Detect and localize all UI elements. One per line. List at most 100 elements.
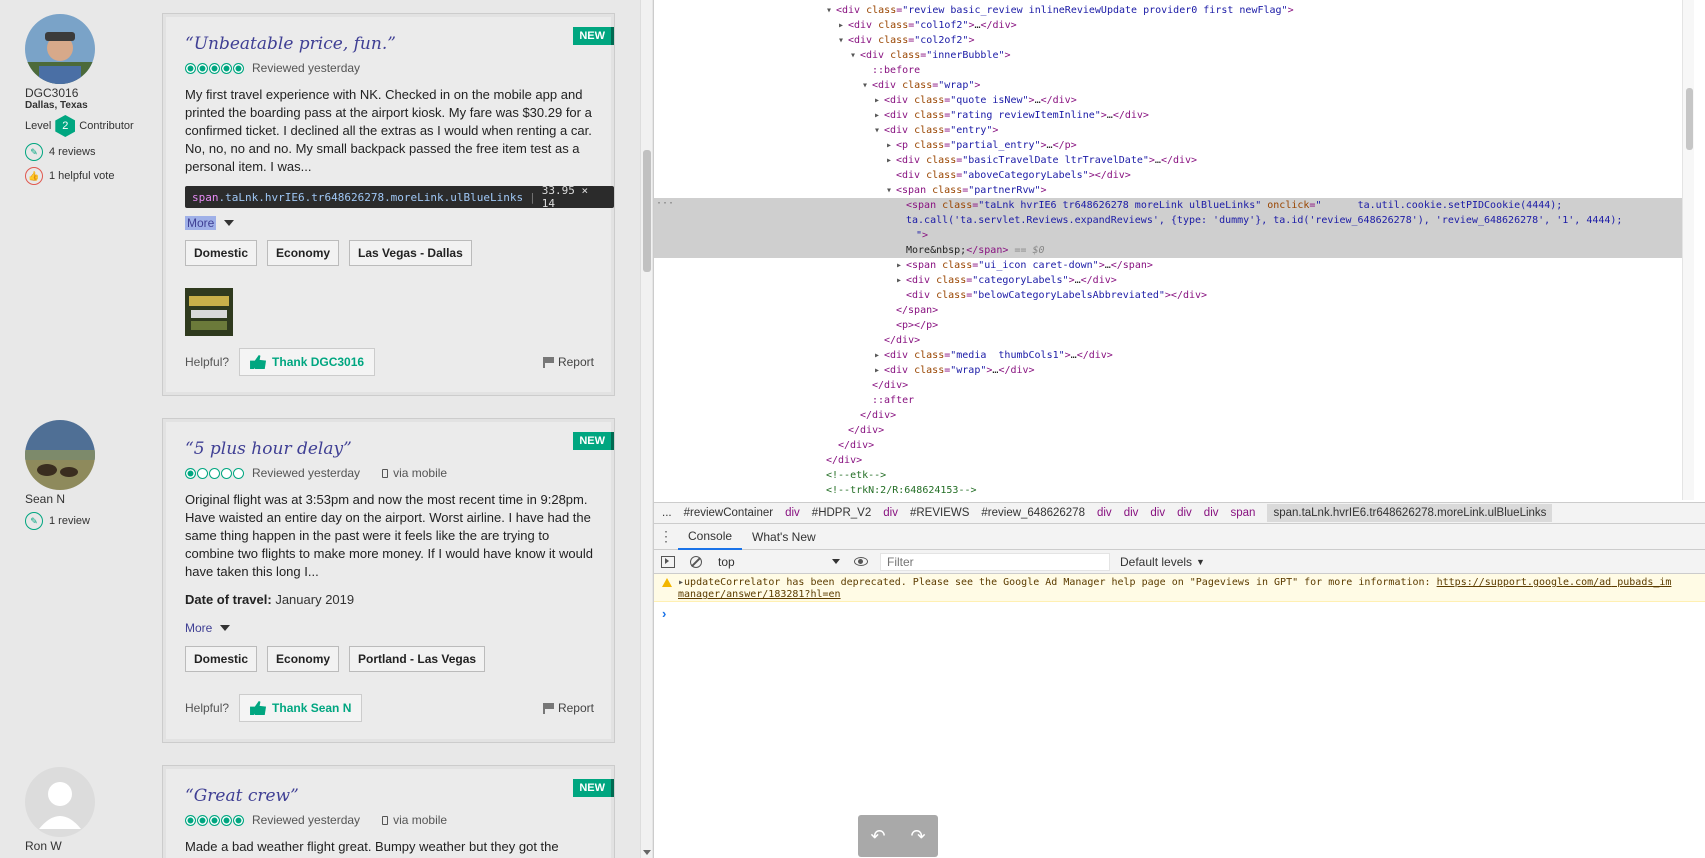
dom-node[interactable]: ▸ <div class="quote isNew">…</div> xyxy=(874,93,1694,108)
dom-node[interactable]: ▸ <span class="ui_icon caret-down">…</spa… xyxy=(896,258,1694,273)
dom-node[interactable]: </div> xyxy=(848,423,1694,438)
warning-message: ▸updateCorrelator has been deprecated. P… xyxy=(678,577,1671,601)
dom-node[interactable]: <!--trkN:2/R:648624153--> xyxy=(826,483,1694,498)
dom-node[interactable]: <div class="belowCategoryLabelsAbbreviat… xyxy=(906,288,1694,303)
new-badge: NEW xyxy=(573,779,614,797)
reviewer-name[interactable]: Sean N xyxy=(25,492,95,506)
dom-node[interactable]: ▾ <span class="partnerRvw"> xyxy=(886,183,1694,198)
log-levels-dropdown[interactable]: Default levels ▼ xyxy=(1120,555,1205,569)
rating-bubble xyxy=(233,467,244,479)
more-link[interactable]: More xyxy=(185,621,231,635)
dom-node[interactable]: ▸ <p class="partial_entry">…</p> xyxy=(886,138,1694,153)
breadcrumb-item[interactable]: ... xyxy=(662,507,672,519)
thumbs-up-icon xyxy=(250,355,267,369)
dom-node[interactable]: ▾ <div class="wrap"> xyxy=(862,78,1694,93)
dom-node[interactable]: ▾ <div class="entry"> xyxy=(874,123,1694,138)
more-options-icon[interactable]: ··· xyxy=(656,198,674,209)
breadcrumb-item[interactable]: span xyxy=(1231,507,1256,519)
reviews-count: ✎ 4 reviews xyxy=(25,143,134,161)
report-label: Report xyxy=(557,701,594,715)
breadcrumb-item[interactable]: div xyxy=(1204,507,1219,519)
dom-node[interactable]: ::before xyxy=(872,63,1694,78)
review-title[interactable]: “5 plus hour delay” xyxy=(185,439,352,459)
dom-node[interactable]: ▾ <div class="innerBubble"> xyxy=(850,48,1694,63)
show-sidebar-button[interactable] xyxy=(654,555,682,568)
clear-console-button[interactable] xyxy=(682,555,710,568)
tab-console[interactable]: Console xyxy=(678,524,743,550)
dom-node[interactable]: ▾ <div class="review basic_review inlineR… xyxy=(826,3,1694,18)
breadcrumb-item[interactable]: div xyxy=(1124,507,1139,519)
dom-node[interactable]: ▾ <div class="col2of2"> xyxy=(838,33,1694,48)
thank-button[interactable]: Thank DGC3016 xyxy=(239,348,376,376)
warning-source-link[interactable]: pubads_im xyxy=(1611,577,1671,588)
page-scrollbar[interactable] xyxy=(640,0,652,858)
dom-node[interactable]: ▸ <div class="rating reviewItemInline">…<… xyxy=(874,108,1694,123)
dom-node[interactable]: ▸ <div class="basicTravelDate ltrTravelDa… xyxy=(886,153,1694,168)
breadcrumb-item[interactable]: #review_648626278 xyxy=(981,507,1085,519)
breadcrumb-item[interactable]: #reviewContainer xyxy=(684,507,774,519)
breadcrumb-item[interactable]: div xyxy=(785,507,800,519)
scrollbar-thumb[interactable] xyxy=(1686,88,1693,150)
caret-down-icon xyxy=(220,625,231,631)
review-title[interactable]: “Unbeatable price, fun.” xyxy=(185,34,396,54)
dom-node[interactable]: </div> xyxy=(884,333,1694,348)
dom-node[interactable]: ▸ <div class="wrap">…</div> xyxy=(874,363,1694,378)
console-output[interactable]: ▸updateCorrelator has been deprecated. P… xyxy=(654,574,1705,858)
report-button[interactable]: Report xyxy=(542,701,594,715)
rating-bubble xyxy=(185,62,196,74)
elements-scrollbar[interactable] xyxy=(1682,0,1694,500)
dom-node[interactable]: </span> xyxy=(896,303,1694,318)
review-title[interactable]: “Great crew” xyxy=(185,786,299,806)
breadcrumb-item[interactable]: div xyxy=(883,507,898,519)
via-mobile: via mobile xyxy=(382,466,447,480)
breadcrumb-item[interactable]: div xyxy=(1177,507,1192,519)
review-text: Made a bad weather flight great. Bumpy w… xyxy=(185,839,559,854)
thank-button[interactable]: Thank Sean N xyxy=(239,694,363,722)
filter-input[interactable] xyxy=(880,552,1110,571)
undo-icon[interactable]: ↶ xyxy=(870,826,885,847)
context-selector[interactable]: top xyxy=(714,555,844,569)
scrollbar-thumb[interactable] xyxy=(643,150,651,272)
tab-whats-new[interactable]: What's New xyxy=(742,524,826,550)
category-tag: Economy xyxy=(267,240,340,266)
console-prompt-icon[interactable]: › xyxy=(662,606,666,621)
breadcrumb-item[interactable]: div xyxy=(1150,507,1165,519)
redo-icon[interactable]: ↷ xyxy=(910,826,925,847)
helpful-label: Helpful? xyxy=(185,355,230,369)
breadcrumb-item[interactable]: div xyxy=(1097,507,1112,519)
live-expression-eye-icon[interactable] xyxy=(854,557,868,566)
dom-node[interactable]: </div> xyxy=(826,453,1694,468)
warning-link[interactable]: https://support.google.com/ad xyxy=(1437,577,1612,588)
reviews-pane: DGC3016 Dallas, Texas Level 2 Contributo… xyxy=(0,0,640,858)
dom-node[interactable]: "> xyxy=(916,228,1694,243)
avatar[interactable] xyxy=(25,767,95,837)
dom-node[interactable]: </div> xyxy=(860,408,1694,423)
dom-node[interactable]: <!--etk--> xyxy=(826,468,1694,483)
dom-node[interactable]: ta.call('ta.servlet.Reviews.expandReview… xyxy=(906,213,1694,228)
dom-node[interactable]: <p></p> xyxy=(896,318,1694,333)
dom-node[interactable]: </div> xyxy=(872,378,1694,393)
dom-node[interactable]: ::after xyxy=(872,393,1694,408)
reviewer-name[interactable]: DGC3016 xyxy=(25,86,134,100)
avatar[interactable] xyxy=(25,420,95,490)
warning-link-continued[interactable]: manager/answer/183281?hl=en xyxy=(678,589,841,600)
drawer-menu-icon[interactable]: ⋮ xyxy=(654,528,678,545)
breadcrumb-item[interactable]: #REVIEWS xyxy=(910,507,969,519)
screen: DGC3016 Dallas, Texas Level 2 Contributo… xyxy=(0,0,1705,858)
dom-node[interactable]: More&nbsp;</span> == $0 xyxy=(906,243,1694,258)
avatar[interactable] xyxy=(25,14,95,84)
elements-tree[interactable]: ▾ <div class="review basic_review inlineR… xyxy=(654,0,1694,500)
scroll-down-arrow-icon[interactable] xyxy=(643,850,651,855)
more-link[interactable]: More xyxy=(185,216,235,230)
dom-node[interactable]: <span class="taLnk hvrIE6 tr648626278 mo… xyxy=(906,198,1694,213)
review-photo[interactable] xyxy=(185,288,233,336)
dom-node[interactable]: <div class="aboveCategoryLabels"></div> xyxy=(896,168,1694,183)
report-button[interactable]: Report xyxy=(542,355,594,369)
dom-node[interactable]: ▸ <div class="media thumbCols1">…</div> xyxy=(874,348,1694,363)
dom-node[interactable]: ▸ <div class="col1of2">…</div> xyxy=(838,18,1694,33)
breadcrumb-item[interactable]: #HDPR_V2 xyxy=(812,507,871,519)
breadcrumb-current[interactable]: span.taLnk.hvrIE6.tr648626278.moreLink.u… xyxy=(1267,504,1553,522)
reviewer-name[interactable]: Ron W xyxy=(25,839,95,853)
dom-node[interactable]: </div> xyxy=(838,438,1694,453)
dom-node[interactable]: ▸ <div class="categoryLabels">…</div> xyxy=(896,273,1694,288)
